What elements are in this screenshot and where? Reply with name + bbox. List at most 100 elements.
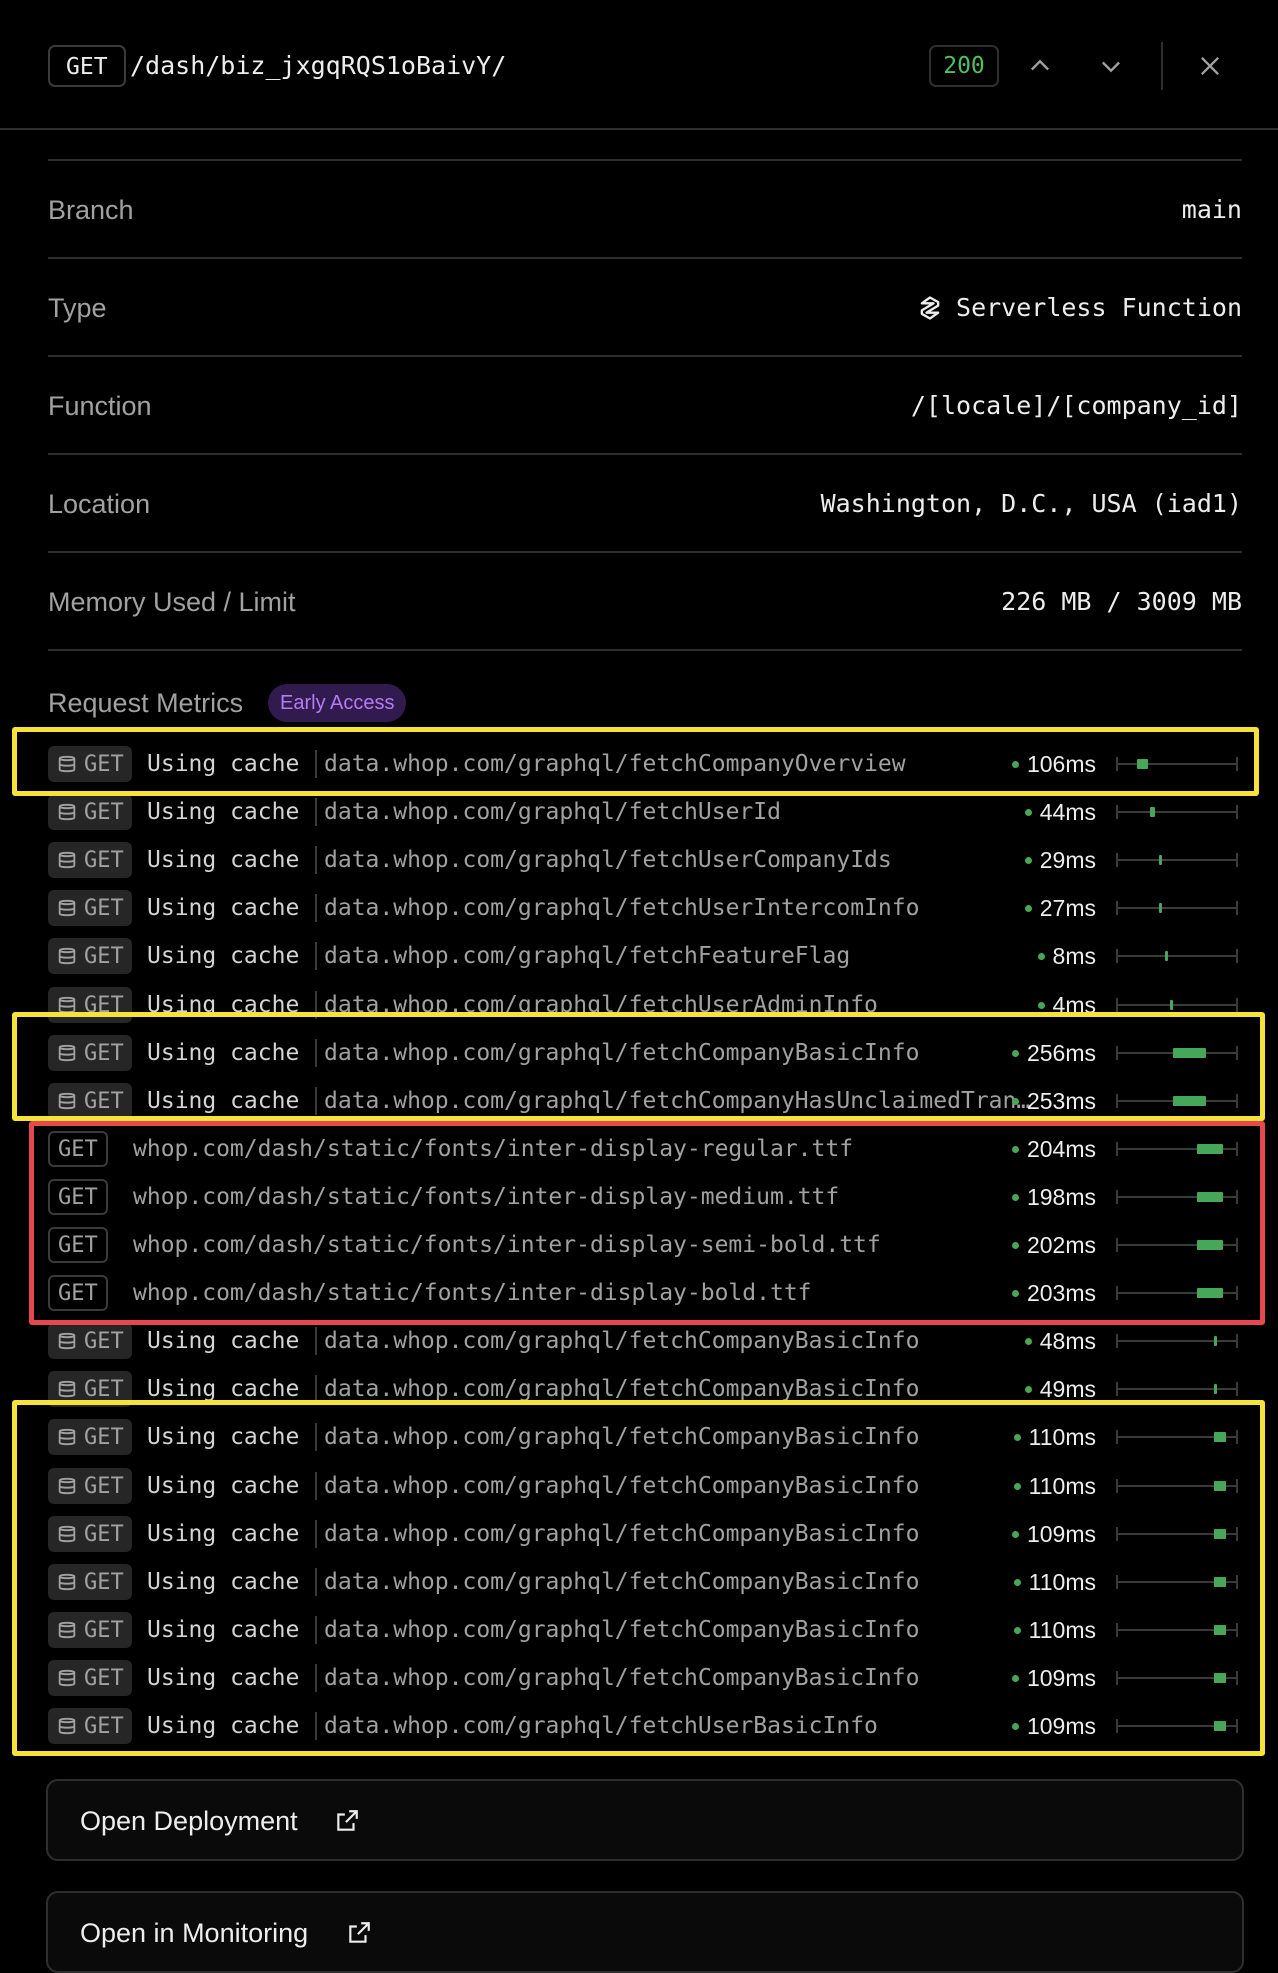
open-deployment-button[interactable]: Open Deployment — [46, 1779, 1244, 1861]
open-deployment-label: Open Deployment — [80, 1806, 298, 1836]
previous-request-button[interactable] — [1014, 40, 1066, 92]
duration-text: 110ms — [1028, 1424, 1096, 1450]
database-icon — [58, 803, 76, 821]
waterfall-segment — [1213, 1529, 1226, 1539]
cache-label: Using cache — [147, 1424, 300, 1450]
row-divider — [315, 1327, 317, 1355]
metric-row[interactable]: GET Using cache data.whop.com/graphql/fetc… — [48, 981, 1242, 1029]
close-icon — [1201, 57, 1219, 75]
duration-text: 204ms — [1026, 1136, 1096, 1162]
duration: 44ms — [1024, 788, 1096, 836]
method-label: GET — [84, 1376, 124, 1402]
header-divider — [1161, 42, 1163, 90]
status-dot — [1011, 1674, 1019, 1682]
status-dot — [1011, 1193, 1019, 1201]
status-dot — [1011, 1530, 1019, 1538]
request-url: data.whop.com/graphql/fetchFeatureFlag — [324, 943, 851, 969]
cache-label: Using cache — [147, 943, 300, 969]
duration: 49ms — [1024, 1365, 1096, 1413]
database-icon — [58, 947, 76, 965]
metric-row[interactable]: GET Using cache data.whop.com/graphql/fetc… — [48, 1558, 1242, 1606]
duration: 4ms — [1037, 981, 1096, 1029]
waterfall-segment — [1213, 1384, 1218, 1394]
method-label: GET — [84, 895, 124, 921]
detail-value: /[locale]/[company_id] — [911, 357, 1242, 455]
metric-row[interactable]: GET Using cache data.whop.com/graphql/fetc… — [48, 932, 1242, 980]
request-url: data.whop.com/graphql/fetchUserIntercomI… — [324, 895, 920, 921]
method-pill: GET — [48, 1612, 132, 1648]
duration: 48ms — [1024, 1317, 1096, 1365]
metric-row[interactable]: GET Using cache data.whop.com/graphql/fetc… — [48, 1365, 1242, 1413]
metric-row[interactable]: GET whop.com/dash/static/fonts/inter-disp… — [48, 1173, 1242, 1221]
metric-row[interactable]: GET Using cache data.whop.com/graphql/fetc… — [48, 1077, 1242, 1125]
row-divider — [315, 1423, 317, 1451]
metric-row[interactable]: GET whop.com/dash/static/fonts/inter-disp… — [48, 1125, 1242, 1173]
detail-label: Function — [48, 391, 152, 421]
request-url: data.whop.com/graphql/fetchCompanyBasicI… — [324, 1569, 920, 1595]
metric-row[interactable]: GET Using cache data.whop.com/graphql/fetc… — [48, 836, 1242, 884]
duration-text: 44ms — [1039, 799, 1096, 825]
method-pill: GET — [48, 1371, 132, 1407]
next-request-button[interactable] — [1085, 40, 1137, 92]
database-icon — [58, 1573, 76, 1591]
waterfall-bar — [1116, 1664, 1238, 1692]
method-label: GET — [58, 1184, 98, 1210]
metric-row[interactable]: GET whop.com/dash/static/fonts/inter-disp… — [48, 1221, 1242, 1269]
duration: 202ms — [1011, 1221, 1096, 1269]
waterfall-bar — [1116, 1375, 1238, 1403]
waterfall-bar — [1116, 750, 1238, 778]
waterfall-segment — [1173, 1096, 1207, 1106]
method-pill: GET — [48, 1419, 132, 1455]
metric-row[interactable]: GET Using cache data.whop.com/graphql/fetc… — [48, 788, 1242, 836]
waterfall-bar — [1116, 1327, 1238, 1355]
method-label: GET — [84, 1713, 124, 1739]
metric-row[interactable]: GET Using cache data.whop.com/graphql/fetc… — [48, 1317, 1242, 1365]
metric-row[interactable]: GET Using cache data.whop.com/graphql/fetc… — [48, 1462, 1242, 1510]
waterfall-bar — [1116, 1423, 1238, 1451]
method-label: GET — [84, 847, 124, 873]
metric-row[interactable]: GET Using cache data.whop.com/graphql/fetc… — [48, 884, 1242, 932]
detail-value-text: Serverless Function — [956, 293, 1242, 322]
waterfall-bar — [1116, 1520, 1238, 1548]
row-divider — [315, 1568, 317, 1596]
waterfall-bar — [1116, 1472, 1238, 1500]
database-icon — [58, 1380, 76, 1398]
cache-label: Using cache — [147, 751, 300, 777]
duration: 110ms — [1013, 1413, 1096, 1461]
request-url: data.whop.com/graphql/fetchCompanyBasicI… — [324, 1665, 920, 1691]
waterfall-segment — [1164, 951, 1168, 961]
serverless-function-icon — [920, 296, 940, 320]
request-url: data.whop.com/graphql/fetchUserAdminInfo — [324, 992, 878, 1018]
database-icon — [58, 1332, 76, 1350]
waterfall-segment — [1213, 1481, 1226, 1491]
request-url: data.whop.com/graphql/fetchUserId — [324, 799, 781, 825]
metric-row[interactable]: GET Using cache data.whop.com/graphql/fetc… — [48, 740, 1242, 788]
metric-row[interactable]: GET Using cache data.whop.com/graphql/fetc… — [48, 1413, 1242, 1461]
status-dot — [1013, 1433, 1021, 1441]
metric-row[interactable]: GET Using cache data.whop.com/graphql/fetc… — [48, 1029, 1242, 1077]
duration-text: 109ms — [1026, 1665, 1096, 1691]
metric-row[interactable]: GET Using cache data.whop.com/graphql/fetc… — [48, 1510, 1242, 1558]
cache-label: Using cache — [147, 1713, 300, 1739]
metric-row[interactable]: GET Using cache data.whop.com/graphql/fetc… — [48, 1702, 1242, 1750]
close-button[interactable] — [1184, 40, 1236, 92]
method-pill: GET — [48, 938, 132, 974]
database-icon — [58, 1092, 76, 1110]
method-pill: GET — [48, 890, 132, 926]
duration: 198ms — [1011, 1173, 1096, 1221]
database-icon — [58, 755, 76, 773]
database-icon — [58, 1428, 76, 1446]
detail-row: Branch main — [48, 161, 1242, 259]
status-dot — [1024, 904, 1032, 912]
metric-row[interactable]: GET Using cache data.whop.com/graphql/fetc… — [48, 1606, 1242, 1654]
request-url: data.whop.com/graphql/fetchCompanyBasicI… — [324, 1473, 920, 1499]
open-in-monitoring-button[interactable]: Open in Monitoring — [46, 1891, 1244, 1973]
waterfall-bar — [1116, 846, 1238, 874]
metric-row[interactable]: GET whop.com/dash/static/fonts/inter-disp… — [48, 1269, 1242, 1317]
detail-label: Branch — [48, 195, 134, 225]
metric-row[interactable]: GET Using cache data.whop.com/graphql/fetc… — [48, 1654, 1242, 1702]
duration: 110ms — [1013, 1606, 1096, 1654]
detail-value-text: /[locale]/[company_id] — [910, 391, 1242, 420]
detail-row: Memory Used / Limit 226 MB / 3009 MB — [48, 553, 1242, 651]
status-dot — [1011, 1241, 1019, 1249]
